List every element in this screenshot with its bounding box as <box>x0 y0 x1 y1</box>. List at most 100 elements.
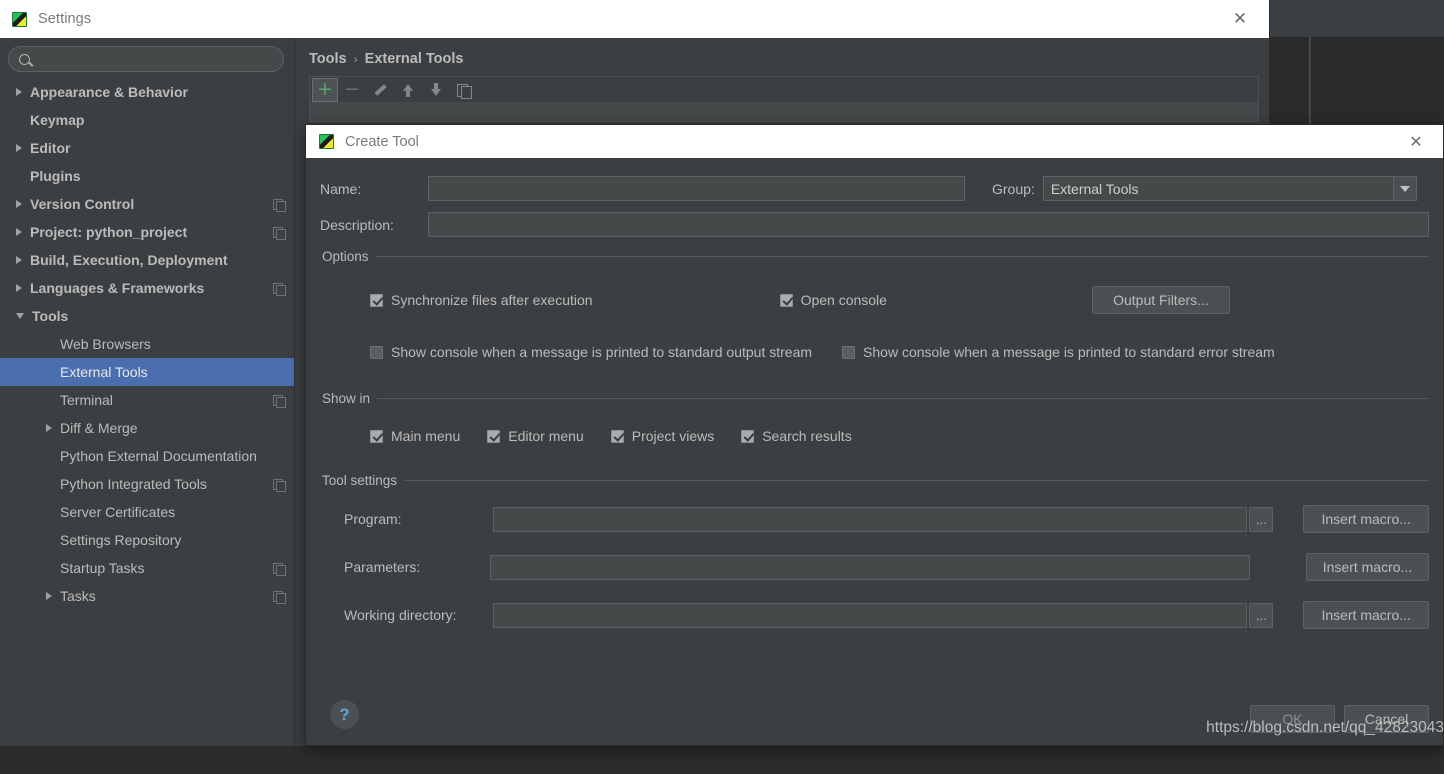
sidebar-item-startup-tasks[interactable]: Startup Tasks <box>0 554 294 582</box>
checkbox-synchronize-files[interactable]: Synchronize files after execution <box>370 292 593 308</box>
breadcrumb-current: External Tools <box>365 51 464 67</box>
sidebar-item-plugins[interactable]: Plugins <box>0 162 294 190</box>
checkbox-box <box>842 346 855 359</box>
sidebar-item-diff-merge[interactable]: Diff & Merge <box>0 414 294 442</box>
checkbox-search-results[interactable]: Search results <box>741 428 851 444</box>
checkbox-box <box>741 430 754 443</box>
description-input[interactable] <box>428 212 1429 237</box>
edit-tool-button[interactable] <box>366 77 394 103</box>
show-in-group-rule <box>377 398 1429 399</box>
sidebar-item-tasks[interactable]: Tasks <box>0 582 294 610</box>
working-directory-label: Working directory: <box>344 607 493 623</box>
sidebar-item-terminal[interactable]: Terminal <box>0 386 294 414</box>
description-row: Description: <box>320 212 1429 237</box>
sidebar-item-label: Build, Execution, Deployment <box>30 252 228 268</box>
plus-icon: + <box>317 80 333 99</box>
checkbox-open-console[interactable]: Open console <box>780 292 887 308</box>
insert-macro-button[interactable]: Insert macro... <box>1303 505 1429 533</box>
output-filters-button[interactable]: Output Filters... <box>1092 286 1230 314</box>
browse-button[interactable]: ... <box>1249 507 1273 532</box>
checkbox-label: Editor menu <box>508 428 583 444</box>
copy-tool-button[interactable] <box>450 77 478 103</box>
chevron-right-icon[interactable] <box>16 200 22 208</box>
sidebar-item-web-browsers[interactable]: Web Browsers <box>0 330 294 358</box>
sidebar-item-label: Startup Tasks <box>60 560 145 576</box>
sidebar-item-build-execution-deployment[interactable]: Build, Execution, Deployment <box>0 246 294 274</box>
checkbox-project-views[interactable]: Project views <box>611 428 714 444</box>
checkbox-box <box>487 430 500 443</box>
checkbox-main-menu[interactable]: Main menu <box>370 428 460 444</box>
checkbox-editor-menu[interactable]: Editor menu <box>487 428 583 444</box>
checkbox-box <box>370 294 383 307</box>
checkbox-label: Project views <box>632 428 714 444</box>
insert-macro-button[interactable]: Insert macro... <box>1303 601 1429 629</box>
search-field[interactable] <box>8 46 284 72</box>
create-tool-title: Create Tool <box>345 134 419 150</box>
sidebar-item-label: Languages & Frameworks <box>30 280 204 296</box>
chevron-right-icon[interactable] <box>46 424 52 432</box>
chevron-down-icon[interactable] <box>1393 177 1416 200</box>
remove-tool-button[interactable]: − <box>338 77 366 103</box>
breadcrumb-root[interactable]: Tools <box>309 51 347 67</box>
sidebar-item-label: Tools <box>32 308 68 324</box>
chevron-right-icon[interactable] <box>16 144 22 152</box>
create-tool-titlebar: Create Tool ✕ <box>306 125 1443 158</box>
chevron-right-icon[interactable] <box>16 256 22 264</box>
sidebar-item-keymap[interactable]: Keymap <box>0 106 294 134</box>
sidebar-item-version-control[interactable]: Version Control <box>0 190 294 218</box>
sidebar-item-settings-repository[interactable]: Settings Repository <box>0 526 294 554</box>
browse-button[interactable]: ... <box>1249 603 1273 628</box>
chevron-right-icon[interactable] <box>16 228 22 236</box>
search-input[interactable] <box>37 51 261 68</box>
options-group-rule <box>376 256 1429 257</box>
working-directory-input[interactable] <box>493 603 1247 628</box>
tool-settings-row: Working directory:... Insert macro... <box>344 601 1429 629</box>
sidebar-item-label: Diff & Merge <box>60 420 138 436</box>
search-wrap <box>0 38 294 78</box>
sidebar-item-label: Keymap <box>30 112 84 128</box>
external-tools-toolbar: +− <box>309 76 1259 102</box>
show-in-group-header: Show in <box>322 391 1429 406</box>
sidebar-item-server-certificates[interactable]: Server Certificates <box>0 498 294 526</box>
options-group-header: Options <box>322 249 1429 264</box>
sidebar-item-tools[interactable]: Tools <box>0 302 294 330</box>
tool-settings-row: Program:... Insert macro... <box>344 505 1429 533</box>
close-icon[interactable]: ✕ <box>1211 0 1269 38</box>
search-icon <box>19 54 30 65</box>
sidebar-item-label: Plugins <box>30 168 81 184</box>
insert-macro-button[interactable]: Insert macro... <box>1306 553 1429 581</box>
checkbox-label: Main menu <box>391 428 460 444</box>
sidebar-item-editor[interactable]: Editor <box>0 134 294 162</box>
sidebar-item-label: Python External Documentation <box>60 448 257 464</box>
minus-icon: − <box>344 80 360 99</box>
sidebar-item-languages-frameworks[interactable]: Languages & Frameworks <box>0 274 294 302</box>
sidebar-item-label: Tasks <box>60 588 96 604</box>
move-down-button[interactable] <box>422 77 450 103</box>
close-icon[interactable]: ✕ <box>1389 125 1443 158</box>
program-label: Program: <box>344 511 493 527</box>
parameters-input[interactable] <box>490 555 1250 580</box>
sidebar-item-external-tools[interactable]: External Tools <box>0 358 294 386</box>
checkbox-show-console-stderr[interactable]: Show console when a message is printed t… <box>842 344 1275 360</box>
sidebar-item-appearance-behavior[interactable]: Appearance & Behavior <box>0 78 294 106</box>
checkbox-show-console-stdout[interactable]: Show console when a message is printed t… <box>370 344 812 360</box>
chevron-down-icon[interactable] <box>16 313 24 319</box>
add-tool-button[interactable]: + <box>312 78 338 102</box>
external-tools-list[interactable] <box>309 102 1259 122</box>
group-combobox[interactable]: External Tools <box>1043 176 1417 201</box>
sidebar-item-label: Python Integrated Tools <box>60 476 207 492</box>
chevron-right-icon[interactable] <box>16 88 22 96</box>
move-up-button[interactable] <box>394 77 422 103</box>
tool-settings-rows: Program:...Insert macro...Parameters:Ins… <box>320 505 1429 629</box>
tool-settings-group-header: Tool settings <box>322 473 1429 488</box>
sidebar-item-project-python-project[interactable]: Project: python_project <box>0 218 294 246</box>
sidebar-item-python-integrated-tools[interactable]: Python Integrated Tools <box>0 470 294 498</box>
settings-sidebar: Appearance & Behavior Keymap Editor Plugins… <box>0 38 295 746</box>
program-input[interactable] <box>493 507 1247 532</box>
name-input[interactable] <box>428 176 965 201</box>
chevron-right-icon[interactable] <box>46 592 52 600</box>
chevron-right-icon[interactable] <box>16 284 22 292</box>
help-button[interactable]: ? <box>330 700 359 729</box>
sidebar-item-python-external-documentation[interactable]: Python External Documentation <box>0 442 294 470</box>
sidebar-item-label: External Tools <box>60 364 148 380</box>
